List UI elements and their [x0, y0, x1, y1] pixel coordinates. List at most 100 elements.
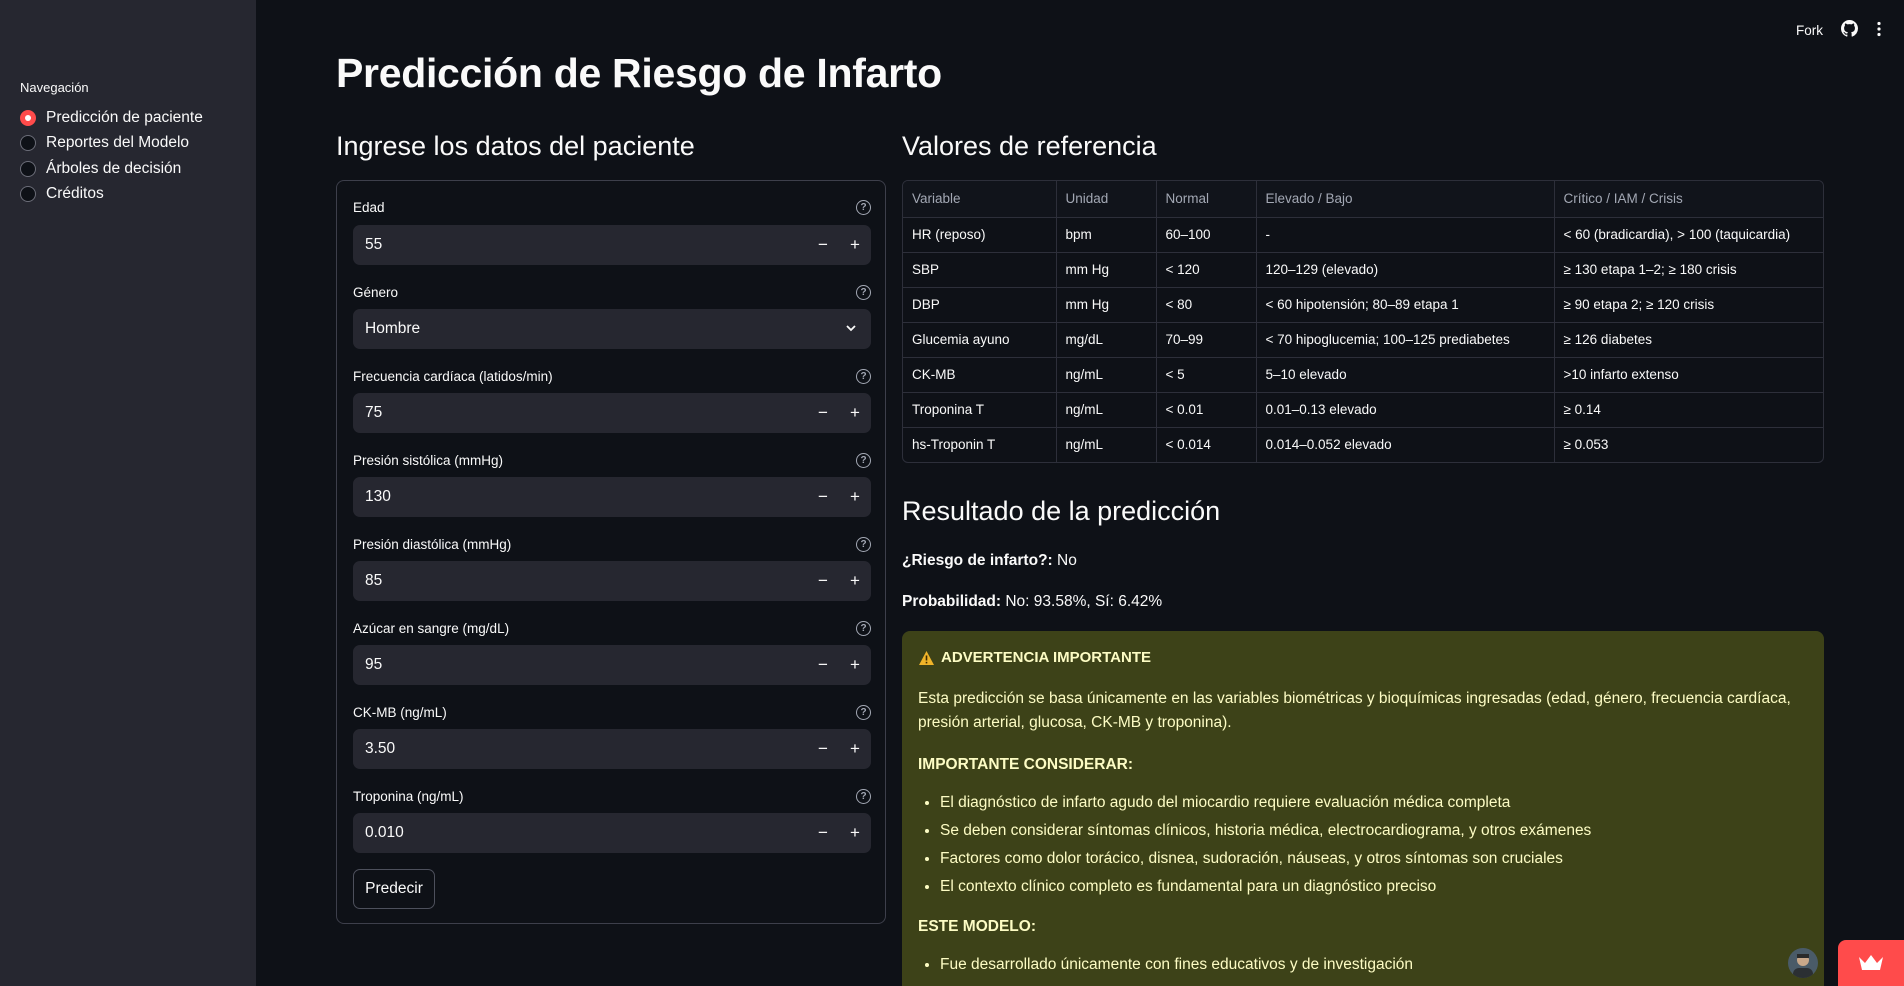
page-title: Predicción de Riesgo de Infarto	[336, 50, 942, 96]
radio-icon[interactable]	[20, 161, 36, 177]
warning-intro: Esta predicción se basa únicamente en la…	[918, 690, 1791, 731]
decrement-button[interactable]: −	[807, 561, 839, 601]
streamlit-badge[interactable]	[1838, 940, 1904, 986]
table-row: SBP mm Hg < 120 120–129 (elevado) ≥ 130 …	[903, 252, 1823, 288]
sidebar: Navegación Predicción de paciente Report…	[0, 0, 256, 986]
column-header: Crítico / IAM / Crisis	[1554, 181, 1823, 218]
increment-button[interactable]: +	[839, 729, 871, 769]
chevron-down-icon	[846, 325, 856, 332]
table-cell: Troponina T	[903, 392, 1057, 428]
increment-button[interactable]: +	[839, 393, 871, 433]
table-row: DBP mm Hg < 80 < 60 hipotensión; 80–89 e…	[903, 287, 1823, 323]
increment-button[interactable]: +	[839, 645, 871, 685]
decrement-button[interactable]: −	[807, 225, 839, 265]
radio-icon[interactable]	[20, 135, 36, 151]
nav-item-creditos[interactable]: Créditos	[20, 183, 104, 205]
list-item: Se deben considerar síntomas clínicos, h…	[940, 819, 1591, 847]
decrement-button[interactable]: −	[807, 813, 839, 853]
nav-item-reportes[interactable]: Reportes del Modelo	[20, 132, 189, 154]
list-item: Factores como dolor torácico, disnea, su…	[940, 847, 1591, 875]
table-cell: 70–99	[1156, 322, 1257, 358]
table-row: CK-MB ng/mL < 5 5–10 elevado >10 infarto…	[903, 357, 1823, 393]
increment-button[interactable]: +	[839, 561, 871, 601]
age-input[interactable]: 55 − +	[353, 225, 871, 265]
field-label: Azúcar en sangre (mg/dL)	[353, 621, 510, 636]
risk-result: ¿Riesgo de infarto?: No	[902, 552, 1077, 570]
table-cell: 0.01–0.13 elevado	[1256, 392, 1555, 428]
field-label: Edad	[353, 200, 385, 215]
increment-button[interactable]: +	[839, 225, 871, 265]
diastolic-input[interactable]: 85 − +	[353, 561, 871, 601]
nav-item-arboles[interactable]: Árboles de decisión	[20, 158, 181, 180]
github-icon[interactable]	[1841, 20, 1858, 40]
table-cell: ≥ 0.053	[1563, 437, 1609, 453]
systolic-input[interactable]: 130 − +	[353, 477, 871, 517]
table-cell: DBP	[903, 287, 1057, 323]
table-cell: mg/dL	[1056, 322, 1157, 358]
help-icon[interactable]: ?	[856, 369, 871, 384]
warning-title: ADVERTENCIA IMPORTANTE	[941, 649, 1151, 666]
predict-button[interactable]: Predecir	[353, 869, 435, 909]
reference-table: Variable Unidad Normal Elevado / Bajo Cr…	[902, 180, 1824, 463]
crown-icon	[1859, 955, 1883, 970]
table-cell: Glucemia ayuno	[903, 322, 1057, 358]
gender-select[interactable]: Hombre	[353, 309, 871, 349]
table-header-row: Variable Unidad Normal Elevado / Bajo Cr…	[903, 181, 1823, 218]
result-heading: Resultado de la predicción	[902, 496, 1221, 526]
table-cell: ≥ 126 diabetes	[1554, 322, 1823, 358]
decrement-button[interactable]: −	[807, 393, 839, 433]
help-icon[interactable]: ?	[856, 200, 871, 215]
help-icon[interactable]: ?	[856, 453, 871, 468]
risk-value: No	[1057, 552, 1077, 569]
input-value: 95	[365, 656, 383, 673]
help-icon[interactable]: ?	[856, 285, 871, 300]
column-header: Elevado / Bajo	[1256, 181, 1555, 218]
ck-mb-input[interactable]: 3.50 − +	[353, 729, 871, 769]
table-cell: ng/mL	[1056, 392, 1157, 428]
field-label: Troponina (ng/mL)	[353, 789, 464, 804]
model-list: Fue desarrollado únicamente con fines ed…	[940, 953, 1413, 981]
avatar[interactable]	[1788, 948, 1818, 978]
field-label: Frecuencia cardíaca (latidos/min)	[353, 369, 553, 384]
model-heading: ESTE MODELO:	[918, 918, 1036, 935]
table-cell: bpm	[1056, 217, 1157, 253]
patient-form: Edad ? 55 − + Género ? Hombre Frecuencia…	[336, 180, 886, 924]
radio-selected-icon[interactable]	[20, 110, 36, 126]
list-item: El contexto clínico completo es fundamen…	[940, 875, 1591, 903]
blood-sugar-input[interactable]: 95 − +	[353, 645, 871, 685]
help-icon[interactable]: ?	[856, 789, 871, 804]
help-icon[interactable]: ?	[856, 621, 871, 636]
more-vertical-icon[interactable]	[1876, 21, 1882, 40]
table-cell: ng/mL	[1056, 357, 1157, 393]
table-cell: < 70 hipoglucemia; 100–125 prediabetes	[1256, 322, 1555, 358]
table-cell: < 120	[1156, 252, 1257, 288]
probability-label: Probabilidad:	[902, 593, 1002, 610]
help-icon[interactable]: ?	[856, 537, 871, 552]
decrement-button[interactable]: −	[807, 645, 839, 685]
table-cell: ≥ 130 etapa 1–2; ≥ 180 crisis	[1554, 252, 1823, 288]
field-label: Presión diastólica (mmHg)	[353, 537, 512, 552]
table-cell: ng/mL	[1056, 427, 1157, 462]
decrement-button[interactable]: −	[807, 477, 839, 517]
table-row: Troponina T ng/mL < 0.01 0.01–0.13 eleva…	[903, 392, 1823, 428]
form-heading: Ingrese los datos del paciente	[336, 131, 695, 161]
table-cell: < 0.014	[1156, 427, 1257, 462]
nav-item-prediccion[interactable]: Predicción de paciente	[20, 107, 203, 129]
fork-button[interactable]: Fork	[1796, 23, 1823, 38]
table-cell: hs-Troponin T	[903, 427, 1057, 462]
increment-button[interactable]: +	[839, 813, 871, 853]
radio-icon[interactable]	[20, 186, 36, 202]
help-icon[interactable]: ?	[856, 705, 871, 720]
select-value: Hombre	[365, 320, 421, 337]
decrement-button[interactable]: −	[807, 729, 839, 769]
warning-alert: ADVERTENCIA IMPORTANTE Esta predicción s…	[902, 631, 1824, 986]
table-cell: < 0.01	[1156, 392, 1257, 428]
increment-button[interactable]: +	[839, 477, 871, 517]
table-cell: HR (reposo)	[903, 217, 1057, 253]
troponin-input[interactable]: 0.010 − +	[353, 813, 871, 853]
heart-rate-input[interactable]: 75 − +	[353, 393, 871, 433]
nav-item-label: Predicción de paciente	[46, 109, 203, 126]
table-cell: 0.014–0.052 elevado	[1256, 427, 1555, 462]
nav-item-label: Reportes del Modelo	[46, 134, 190, 151]
input-value: 85	[365, 572, 383, 589]
